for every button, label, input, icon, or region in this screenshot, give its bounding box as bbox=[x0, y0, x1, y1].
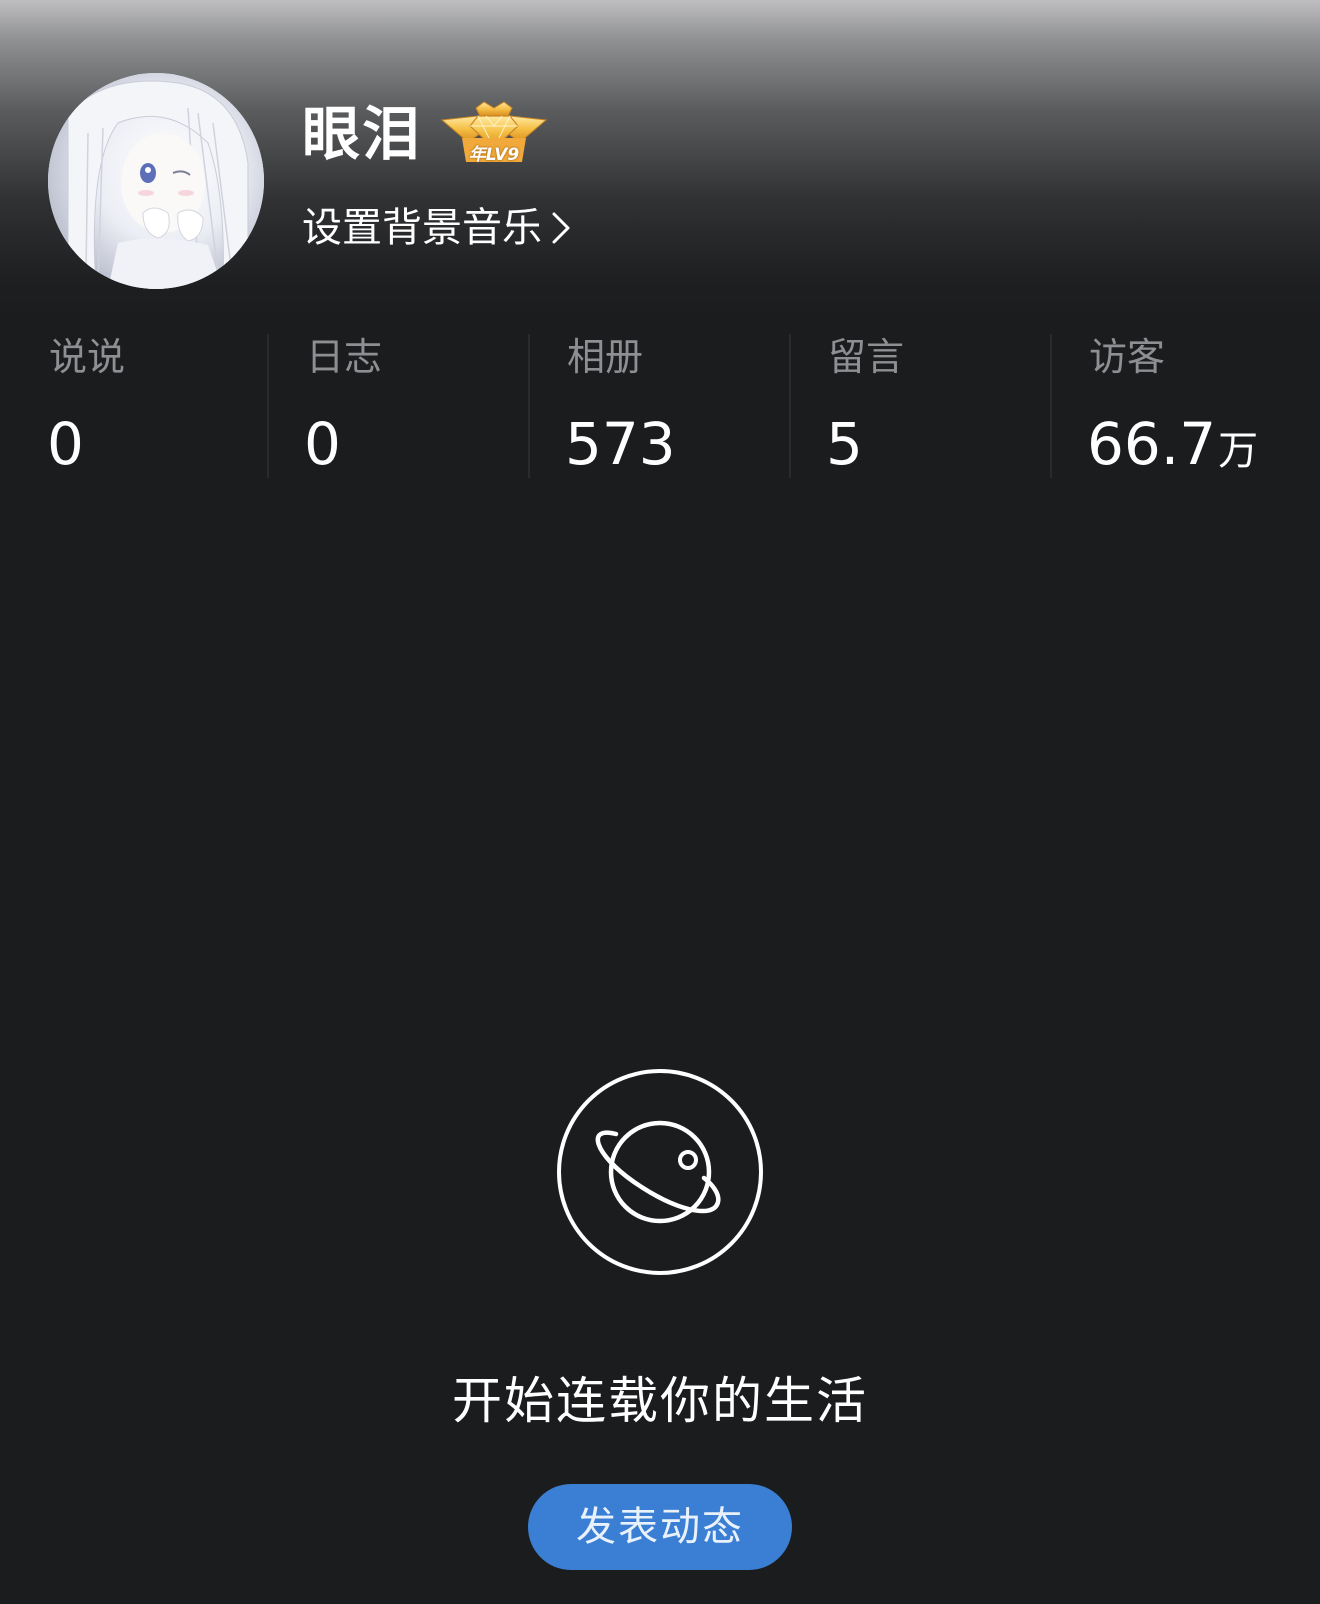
stat-number: 5 bbox=[826, 410, 863, 478]
vip-badge[interactable]: 年LV9 bbox=[438, 98, 550, 170]
stat-number: 573 bbox=[565, 410, 676, 478]
music-link-label: 设置背景音乐 bbox=[302, 205, 542, 251]
stat-label: 相册 bbox=[567, 335, 644, 379]
stat-album[interactable]: 相册 573 bbox=[522, 332, 783, 478]
stat-value: 573 bbox=[565, 410, 678, 485]
planet-icon bbox=[557, 1069, 763, 1275]
stat-value: 0 bbox=[304, 410, 343, 485]
stat-label: 日志 bbox=[306, 335, 383, 379]
stats-bar: 说说 0 日志 0 相册 573 留言 5 访客 66.7万 bbox=[0, 332, 1320, 478]
avatar[interactable] bbox=[48, 73, 264, 289]
profile-page: 眼泪 年LV9 设置背景音乐 说说 0 日志 0 相册 573 留言 5 访客 … bbox=[0, 0, 1320, 1604]
stat-number: 0 bbox=[47, 410, 84, 478]
stat-blog[interactable]: 日志 0 bbox=[261, 332, 522, 478]
stat-label: 留言 bbox=[828, 335, 905, 379]
stat-number: 0 bbox=[304, 410, 341, 478]
stat-value: 66.7万 bbox=[1087, 410, 1258, 485]
stat-visitors[interactable]: 访客 66.7万 bbox=[1044, 332, 1305, 478]
stat-label: 说说 bbox=[49, 335, 126, 379]
post-update-button[interactable]: 发表动态 bbox=[528, 1484, 792, 1570]
vip-badge-text: 年LV9 bbox=[468, 145, 520, 165]
stat-unit: 万 bbox=[1218, 428, 1259, 474]
stat-value: 5 bbox=[826, 410, 865, 485]
chevron-right-icon bbox=[552, 212, 570, 244]
username: 眼泪 bbox=[302, 100, 423, 168]
stat-shuoshuo[interactable]: 说说 0 bbox=[0, 332, 261, 478]
stat-messages[interactable]: 留言 5 bbox=[783, 332, 1044, 478]
stat-number: 66.7 bbox=[1087, 410, 1217, 478]
stat-value: 0 bbox=[47, 410, 86, 485]
avatar-image bbox=[48, 73, 264, 289]
set-background-music-link[interactable]: 设置背景音乐 bbox=[302, 200, 572, 256]
username-row: 眼泪 年LV9 bbox=[302, 98, 550, 170]
stat-label: 访客 bbox=[1089, 335, 1166, 379]
empty-state-message: 开始连载你的生活 bbox=[452, 1372, 868, 1430]
